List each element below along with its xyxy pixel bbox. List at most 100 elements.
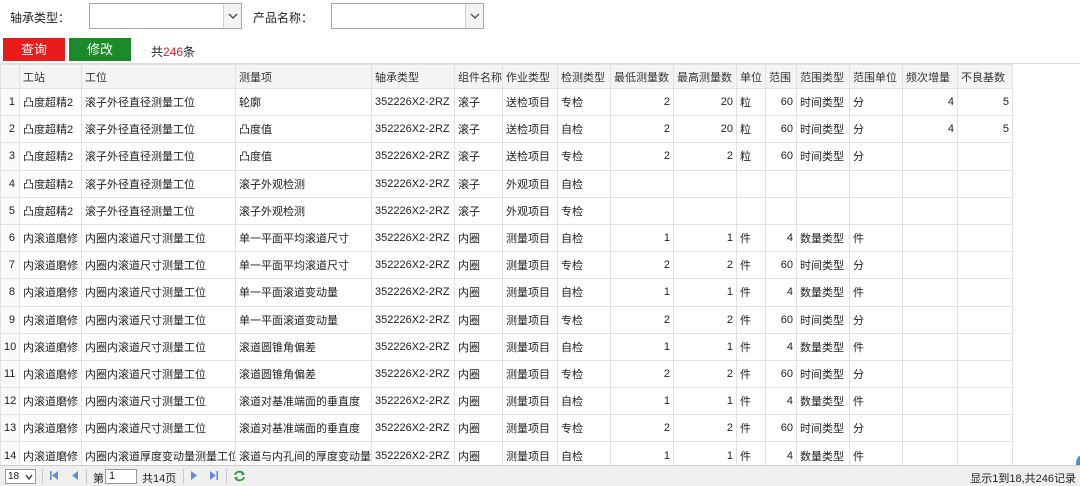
- table-row[interactable]: 4 凸度超精2 滚子外径直径测量工位 滚子外观检测 352226X2-2RZ 滚子 外观项目…: [0, 169, 1013, 198]
- table-row[interactable]: 5 凸度超精2 滚子外径直径测量工位 滚子外观检测 352226X2-2RZ 滚子 外观项目…: [0, 196, 1013, 225]
- table-row[interactable]: 8 内滚道磨修 内圈内滚道尺寸测量工位 单一平面滚道变动量 352226X2-2RZ 内圈…: [0, 278, 1013, 307]
- cell-component-name: 滚子: [454, 87, 503, 117]
- table-row[interactable]: 3 凸度超精2 滚子外径直径测量工位 凸度值 352226X2-2RZ 滚子 送检项目 专检 2…: [0, 142, 1013, 171]
- cell-measurement-item: 单一平面平均滚道尺寸: [235, 223, 372, 253]
- table-row[interactable]: 10 内滚道磨修 内圈内滚道尺寸测量工位 滚道圆锥角偏差 352226X2-2RZ 内圈测…: [0, 332, 1013, 361]
- cell-max-measure-count: 2: [673, 251, 737, 280]
- column-header-measurement-item[interactable]: 测量项: [235, 64, 372, 89]
- cell-station: 内滚道磨修: [19, 414, 82, 443]
- cell-measurement-item: 凸度值: [235, 142, 372, 171]
- cell-range: 60: [765, 305, 797, 334]
- cell-defect-base: [957, 223, 1013, 253]
- column-header-row-number[interactable]: [0, 64, 20, 89]
- chevron-down-icon[interactable]: [465, 4, 483, 28]
- cell-station: 内滚道磨修: [19, 441, 82, 465]
- cell-component-name: 内圈: [454, 387, 503, 416]
- next-page-icon[interactable]: [190, 470, 198, 484]
- refresh-icon[interactable]: [233, 470, 246, 485]
- cell-measurement-item: 滚道圆锥角偏差: [235, 359, 372, 389]
- cell-max-measure-count: 1: [673, 441, 737, 465]
- cell-station: 凸度超精2: [19, 196, 82, 225]
- cell-range: 60: [765, 414, 797, 443]
- cell-range: 60: [765, 251, 797, 280]
- data-table: 工站 工位 测量项 轴承类型 组件名称 作业类型 检测类型 最低测量数 最高测量数 单位 范围 范围类…: [0, 64, 1013, 465]
- column-header-frequency-increment[interactable]: 频次增量: [902, 64, 958, 89]
- cell-workstation: 滚子外径直径测量工位: [81, 87, 236, 117]
- table-row[interactable]: 11 内滚道磨修 内圈内滚道尺寸测量工位 滚道圆锥角偏差 352226X2-2RZ 内圈测…: [0, 359, 1013, 389]
- cell-component-name: 内圈: [454, 278, 503, 307]
- cell-row-number: 14: [0, 441, 20, 465]
- table-row[interactable]: 7 内滚道磨修 内圈内滚道尺寸测量工位 单一平面平均滚道尺寸 352226X2-2RZ 内…: [0, 251, 1013, 280]
- table-row[interactable]: 12 内滚道磨修 内圈内滚道尺寸测量工位 滚道对基准端面的垂直度 352226X2-2R…: [0, 387, 1013, 416]
- column-header-range-unit[interactable]: 范围单位: [849, 64, 903, 89]
- column-header-min-measure-count[interactable]: 最低测量数: [610, 64, 674, 89]
- page-number-input[interactable]: 1: [105, 469, 137, 484]
- table-row[interactable]: 14 内滚道磨修 内圈内滚道厚度变动量测量工位 滚道与内孔间的厚度变动量 352226X…: [0, 441, 1013, 465]
- column-header-range-type[interactable]: 范围类型: [796, 64, 850, 89]
- cell-range-unit: 分: [849, 87, 903, 117]
- cell-max-measure-count: 20: [673, 115, 737, 144]
- column-header-station[interactable]: 工站: [19, 64, 82, 89]
- table-row[interactable]: 2 凸度超精2 滚子外径直径测量工位 凸度值 352226X2-2RZ 滚子 送检项目 自检 2…: [0, 115, 1013, 144]
- filter-bar: 轴承类型： 产品名称：: [0, 0, 1080, 36]
- table-row[interactable]: 13 内滚道磨修 内圈内滚道尺寸测量工位 滚道对基准端面的垂直度 352226X2-2R…: [0, 414, 1013, 443]
- column-header-bearing-type[interactable]: 轴承类型: [371, 64, 455, 89]
- cell-job-type: 送检项目: [502, 87, 558, 117]
- column-header-unit[interactable]: 单位: [736, 64, 766, 89]
- cell-defect-base: 5: [957, 115, 1013, 144]
- cell-workstation: 内圈内滚道尺寸测量工位: [81, 332, 236, 361]
- cell-workstation: 内圈内滚道厚度变动量测量工位: [81, 441, 236, 465]
- cell-defect-base: [957, 387, 1013, 416]
- cell-min-measure-count: 1: [610, 441, 674, 465]
- cell-range-unit: 分: [849, 251, 903, 280]
- cell-min-measure-count: 2: [610, 142, 674, 171]
- cell-measurement-item: 滚道对基准端面的垂直度: [235, 414, 372, 443]
- cell-component-name: 滚子: [454, 169, 503, 198]
- last-page-icon[interactable]: [209, 470, 219, 484]
- page-size-select[interactable]: 18: [5, 469, 36, 484]
- first-page-icon[interactable]: [49, 470, 59, 484]
- cell-unit: [736, 169, 766, 198]
- cell-unit: 件: [736, 387, 766, 416]
- cell-workstation: 内圈内滚道尺寸测量工位: [81, 223, 236, 253]
- cell-component-name: 内圈: [454, 223, 503, 253]
- cell-unit: 粒: [736, 142, 766, 171]
- cell-row-number: 1: [0, 87, 20, 117]
- cell-range: 4: [765, 278, 797, 307]
- cell-min-measure-count: 2: [610, 414, 674, 443]
- chevron-down-icon[interactable]: [223, 4, 241, 28]
- cell-max-measure-count: 2: [673, 414, 737, 443]
- column-header-defect-base[interactable]: 不良基数: [957, 64, 1013, 89]
- prev-page-icon[interactable]: [71, 470, 79, 484]
- cell-range-type: 时间类型: [796, 414, 850, 443]
- table-row[interactable]: 1 凸度超精2 滚子外径直径测量工位 轮廓 352226X2-2RZ 滚子 送检项目 专检 2 2…: [0, 87, 1013, 117]
- table-row[interactable]: 9 内滚道磨修 内圈内滚道尺寸测量工位 单一平面滚道变动量 352226X2-2RZ 内圈…: [0, 305, 1013, 334]
- bearing-type-select[interactable]: [89, 3, 242, 29]
- column-header-max-measure-count[interactable]: 最高测量数: [673, 64, 737, 89]
- query-button[interactable]: 查询: [3, 38, 65, 61]
- cell-row-number: 5: [0, 196, 20, 225]
- column-header-job-type[interactable]: 作业类型: [502, 64, 558, 89]
- scroll-indicator[interactable]: [1076, 456, 1080, 465]
- column-header-inspection-type[interactable]: 检测类型: [557, 64, 611, 89]
- cell-row-number: 13: [0, 414, 20, 443]
- cell-range-unit: 分: [849, 142, 903, 171]
- cell-row-number: 11: [0, 359, 20, 389]
- cell-workstation: 内圈内滚道尺寸测量工位: [81, 359, 236, 389]
- column-header-workstation[interactable]: 工位: [81, 64, 236, 89]
- page-size-value: 18: [8, 471, 20, 482]
- cell-frequency-increment: [902, 441, 958, 465]
- cell-range: 4: [765, 332, 797, 361]
- edit-button[interactable]: 修改: [69, 38, 131, 61]
- table-row[interactable]: 6 内滚道磨修 内圈内滚道尺寸测量工位 单一平面平均滚道尺寸 352226X2-2RZ 内…: [0, 223, 1013, 253]
- pager-info: 显示1到18,共246记录: [970, 473, 1076, 485]
- cell-bearing-type: 352226X2-2RZ: [371, 441, 455, 465]
- cell-bearing-type: 352226X2-2RZ: [371, 278, 455, 307]
- cell-row-number: 6: [0, 223, 20, 253]
- product-name-select[interactable]: [331, 3, 484, 29]
- column-header-component-name[interactable]: 组件名称: [454, 64, 503, 89]
- cell-row-number: 7: [0, 251, 20, 280]
- cell-range: 4: [765, 223, 797, 253]
- column-header-range[interactable]: 范围: [765, 64, 797, 89]
- cell-bearing-type: 352226X2-2RZ: [371, 305, 455, 334]
